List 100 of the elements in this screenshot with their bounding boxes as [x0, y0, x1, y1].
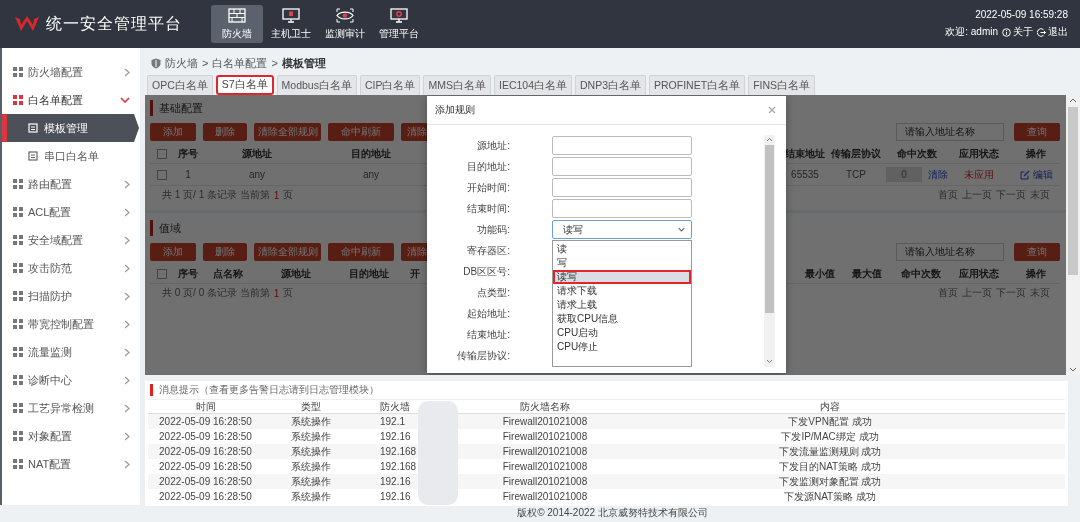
table-cell-text: 系统操作 — [289, 414, 332, 429]
sidebar-label: 防火墙配置 — [28, 64, 83, 80]
sidebar-item[interactable]: ACL配置 — [2, 198, 140, 226]
sidebar-subitem[interactable]: 模板管理 — [2, 114, 139, 142]
table-cell-text: 下发源NAT策略 成功 — [782, 489, 877, 504]
sidebar-label: 带宽控制配置 — [28, 316, 94, 332]
grid-icon — [13, 207, 23, 217]
nav-tab[interactable]: 管理平台 — [373, 5, 425, 43]
sidebar-item[interactable]: NAT配置 — [2, 450, 140, 478]
table-cell-text: 下发IP/MAC绑定 成功 — [780, 429, 880, 444]
tab[interactable]: OPC白名单 — [147, 75, 213, 95]
close-icon[interactable] — [768, 106, 776, 114]
dropdown-option[interactable]: 读 — [553, 242, 691, 256]
input-field[interactable] — [552, 157, 692, 176]
column-header: 点名称 — [212, 267, 244, 281]
input-field[interactable] — [552, 136, 692, 155]
dropdown-option[interactable]: 写 — [553, 256, 691, 270]
tab[interactable]: CIP白名单 — [359, 75, 421, 95]
current-page: 1 — [273, 189, 280, 201]
breadcrumb-link[interactable]: 防火墙 — [165, 55, 198, 71]
tab[interactable]: Modbus白名单 — [276, 75, 357, 95]
sidebar-item[interactable]: 防火墙配置 — [2, 58, 140, 86]
dropdown-option[interactable]: CPU停止 — [553, 340, 691, 354]
tab[interactable]: DNP3白名单 — [575, 75, 647, 95]
nav-tab[interactable]: 监测审计 — [319, 5, 371, 43]
nav-tab[interactable]: 防火墙 — [211, 5, 263, 43]
column-header: 源地址 — [280, 267, 312, 281]
table-cell-text: 2022-05-09 16:28:50 — [158, 416, 253, 427]
checkbox[interactable] — [157, 269, 167, 279]
grid-icon — [13, 459, 23, 469]
sidebar-item[interactable]: 安全域配置 — [2, 226, 140, 254]
breadcrumb-link[interactable]: 白名单配置 — [212, 55, 268, 71]
sidebar-label: NAT配置 — [28, 456, 72, 472]
nav-tab[interactable]: 主机卫士 — [265, 5, 317, 43]
field-label: 点类型: — [476, 285, 510, 300]
checkbox[interactable] — [157, 149, 167, 159]
tab[interactable]: FINS白名单 — [748, 75, 816, 95]
tab[interactable]: IEC104白名单 — [494, 75, 572, 95]
table-cell-text: 下发目的NAT策略 成功 — [777, 459, 882, 474]
search-field[interactable]: 请输入地址名称 — [896, 122, 1004, 141]
table-cell-text: Firewall201021008 — [501, 446, 589, 457]
grid-icon — [13, 431, 23, 441]
sidebar-item[interactable]: 流量监测 — [2, 338, 140, 366]
modal-title: 添加规则 — [435, 103, 475, 117]
info-icon — [1002, 27, 1011, 37]
sidebar-label: 路由配置 — [28, 176, 72, 192]
input-field[interactable] — [552, 199, 692, 218]
sidebar-subitem[interactable]: 串口白名单 — [2, 142, 140, 170]
column-header: 防火墙名称 — [519, 400, 571, 414]
input-field[interactable] — [552, 178, 692, 197]
table-cell-text: 192.16 — [379, 431, 412, 442]
sidebar-item[interactable]: 扫描防护 — [2, 282, 140, 310]
field-label: 功能码: — [476, 222, 510, 237]
table-cell-text: 系统操作 — [289, 459, 332, 474]
field-label: 开始时间: — [466, 180, 510, 195]
sidebar-item[interactable]: 对象配置 — [2, 422, 140, 450]
field-label: 目的地址: — [466, 159, 510, 174]
current-page: 1 — [273, 287, 280, 299]
sidebar-item[interactable]: 工艺异常检测 — [2, 394, 140, 422]
logout-link[interactable]: 退出 — [1048, 25, 1068, 39]
dropdown-option[interactable]: 获取CPU信息 — [553, 312, 691, 326]
sidebar-item[interactable]: 白名单配置 — [2, 86, 140, 114]
tab[interactable]: MMS白名单 — [423, 75, 491, 95]
tab[interactable]: PROFINET白名单 — [649, 75, 746, 95]
tab[interactable]: S7白名单 — [215, 75, 274, 95]
sidebar-item[interactable]: 攻击防范 — [2, 254, 140, 282]
shield-icon — [151, 57, 161, 69]
table-cell-text: any — [361, 169, 381, 180]
document-icon — [28, 123, 38, 133]
column-header: 开 — [409, 267, 421, 281]
about-link[interactable]: 关于 — [1013, 25, 1033, 39]
table-cell-text: 2022-05-09 16:28:50 — [158, 431, 253, 442]
field-label: 传输层协议: — [456, 348, 510, 363]
sidebar-item[interactable]: 带宽控制配置 — [2, 310, 140, 338]
breadcrumb-separator: > — [271, 57, 278, 69]
column-header: 应用状态 — [958, 267, 1000, 281]
sidebar-label: 对象配置 — [28, 428, 72, 444]
table-cell-text: Firewall201021008 — [501, 476, 589, 487]
search-field[interactable]: 请输入地址名称 — [896, 242, 1004, 261]
dropdown-option[interactable]: 请求下载 — [553, 284, 691, 298]
sidebar-item[interactable]: 路由配置 — [2, 170, 140, 198]
dropdown-option[interactable]: 读写 — [553, 270, 691, 284]
column-header: 传输层协议 — [830, 147, 882, 161]
dropdown-option[interactable]: 请求上载 — [553, 298, 691, 312]
panel-title: 消息提示（查看更多告警日志请到日志管理模块） — [159, 383, 379, 397]
dropdown-option[interactable]: CPU启动 — [553, 326, 691, 340]
checkbox[interactable] — [157, 169, 167, 180]
breadcrumb-separator: > — [202, 57, 209, 69]
column-header: 源地址 — [241, 147, 273, 161]
table-cell-text: TCP — [845, 169, 867, 180]
datetime: 2022-05-09 16:59:28 — [975, 9, 1068, 20]
grid-icon — [13, 95, 23, 105]
sidebar-item[interactable]: 诊断中心 — [2, 366, 140, 394]
field-label: 寄存器区: — [466, 243, 510, 258]
monitor-icon — [390, 7, 408, 23]
table-cell-text: 下发监测对象配置 成功 — [777, 474, 883, 489]
field-label: DB区区号: — [462, 264, 510, 279]
column-header: 类型 — [299, 400, 322, 414]
table-cell-text: 2022-05-09 16:28:50 — [158, 446, 253, 457]
status-text: 未应用 — [963, 167, 995, 182]
